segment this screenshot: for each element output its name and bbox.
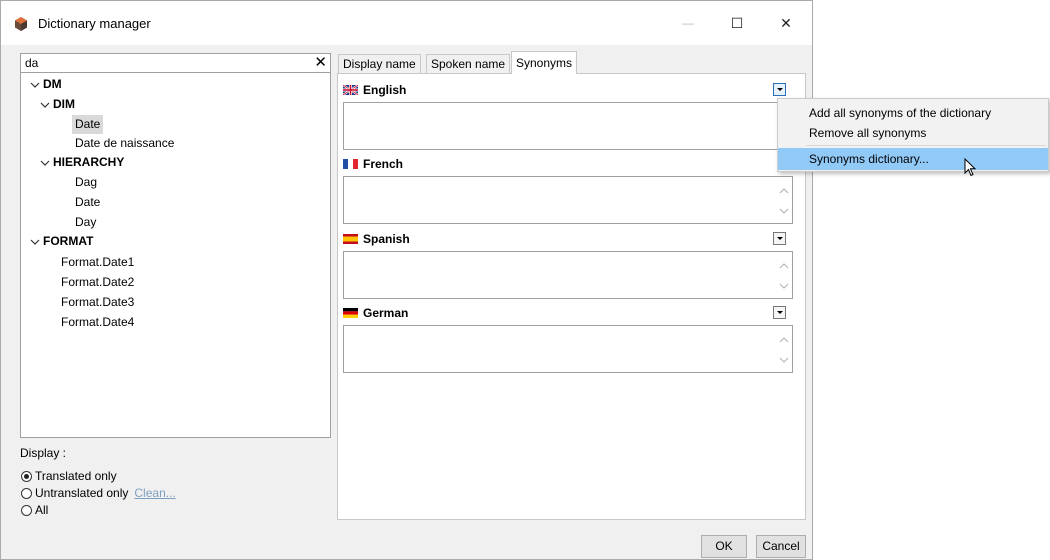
tree-item-label: Date de naissance: [75, 136, 175, 150]
menu-separator: [806, 145, 1046, 146]
chevron-down-icon[interactable]: [39, 95, 51, 114]
language-header-english: English: [343, 81, 798, 99]
language-label: German: [363, 306, 409, 320]
menu-item-synonyms-dictionary[interactable]: Synonyms dictionary...: [778, 148, 1048, 170]
clear-search-icon[interactable]: ✕: [314, 54, 327, 72]
close-button[interactable]: ✕: [763, 1, 809, 45]
tree-item-label: Dag: [75, 175, 98, 189]
tab-display-name[interactable]: Display name: [338, 54, 421, 73]
cancel-button[interactable]: Cancel: [756, 535, 806, 558]
tree-item-label: Format.Date1: [61, 255, 135, 269]
chevron-down-icon[interactable]: [29, 75, 41, 94]
language-label: French: [363, 157, 404, 171]
scroll-down-icon[interactable]: [779, 356, 789, 364]
chevron-down-icon[interactable]: [39, 153, 51, 172]
language-header-german: German: [343, 304, 798, 322]
display-label: Display :: [20, 446, 67, 460]
germany-flag-icon: [343, 308, 358, 318]
mouse-cursor-icon: [964, 158, 977, 177]
close-icon: ✕: [780, 14, 792, 31]
language-header-spanish: Spanish: [343, 230, 798, 248]
language-label: Spanish: [363, 232, 410, 246]
scroll-down-icon[interactable]: [779, 282, 789, 290]
radio-all[interactable]: All: [21, 502, 48, 519]
radio-label: Untranslated only: [35, 486, 129, 500]
tree-node-label: DM: [43, 77, 62, 91]
radio-unselected-icon[interactable]: [21, 488, 32, 499]
language-header-french: French: [343, 155, 798, 173]
tab-synonyms[interactable]: Synonyms: [511, 51, 578, 74]
scroll-up-icon[interactable]: [779, 262, 789, 270]
german-options-dropdown[interactable]: [773, 306, 786, 319]
tree-item-label: Date: [72, 115, 104, 134]
scroll-up-icon[interactable]: [779, 187, 789, 195]
tree-item-label: Format.Date2: [61, 275, 135, 289]
window-title: Dictionary manager: [38, 16, 151, 31]
uk-flag-icon: [343, 85, 358, 95]
tree-item-label: Format.Date3: [61, 295, 135, 309]
search-value: da: [25, 56, 39, 70]
menu-item-remove-all-synonyms[interactable]: Remove all synonyms: [778, 122, 1048, 144]
english-options-dropdown[interactable]: [773, 83, 786, 96]
scroll-up-icon[interactable]: [779, 336, 789, 344]
ok-button[interactable]: OK: [701, 535, 747, 558]
scroll-down-icon[interactable]: [779, 207, 789, 215]
menu-item-add-all-synonyms[interactable]: Add all synonyms of the dictionary: [778, 102, 1048, 124]
tree-node-label: HIERARCHY: [53, 155, 125, 169]
spain-flag-icon: [343, 234, 358, 244]
title-bar[interactable]: Dictionary manager — ☐ ✕: [1, 1, 812, 45]
maximize-button[interactable]: ☐: [714, 1, 760, 45]
french-synonyms-textarea[interactable]: [343, 176, 793, 224]
dictionary-tree[interactable]: DM DIM Date Date de naissance HIERARCHY …: [20, 73, 331, 438]
radio-translated-only[interactable]: Translated only: [21, 468, 117, 485]
tree-item-label: Date: [75, 195, 101, 209]
radio-label: All: [35, 503, 49, 517]
radio-label: Translated only: [35, 469, 117, 483]
synonyms-context-menu: Add all synonyms of the dictionary Remov…: [777, 98, 1049, 172]
app-logo-icon: [15, 17, 27, 31]
tab-spoken-name[interactable]: Spoken name: [426, 54, 511, 73]
tree-item-label: Format.Date4: [61, 315, 135, 329]
search-input[interactable]: da ✕: [20, 53, 331, 73]
tree-item-label: Day: [75, 215, 97, 229]
maximize-icon: ☐: [730, 14, 744, 31]
spanish-synonyms-textarea[interactable]: [343, 251, 793, 299]
chevron-down-icon[interactable]: [29, 232, 41, 251]
minimize-button[interactable]: —: [665, 1, 711, 45]
german-synonyms-textarea[interactable]: [343, 325, 793, 373]
france-flag-icon: [343, 159, 358, 169]
clean-link[interactable]: Clean...: [134, 486, 175, 500]
spanish-options-dropdown[interactable]: [773, 232, 786, 245]
tree-node-label: FORMAT: [43, 234, 94, 248]
language-label: English: [363, 83, 407, 97]
minimize-icon: —: [682, 16, 694, 30]
tree-node-label: DIM: [53, 97, 75, 111]
radio-selected-icon[interactable]: [21, 471, 32, 482]
radio-unselected-icon[interactable]: [21, 505, 32, 516]
radio-untranslated-only[interactable]: Untranslated only Clean...: [21, 485, 176, 502]
english-synonyms-textarea[interactable]: [343, 102, 793, 150]
